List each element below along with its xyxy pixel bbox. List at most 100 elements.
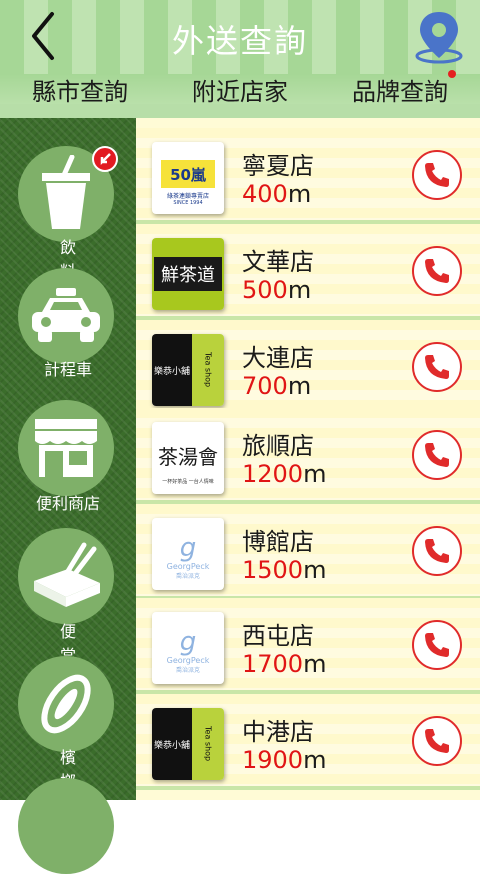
call-button[interactable] (412, 342, 462, 392)
store-row[interactable]: g GeorgPeck 喬治派克 西屯店 1700m (136, 598, 480, 694)
phone-icon (425, 163, 449, 187)
store-row[interactable]: g GeorgPeck 喬治派克 博館店 1500m (136, 504, 480, 600)
app-header: 外送查詢 (0, 0, 480, 74)
call-button[interactable] (412, 150, 462, 200)
logo-50lan-since: SINCE 1994 (173, 200, 203, 206)
store-logo: 樂恭小舖 Tea shop (152, 334, 224, 406)
category-taxi[interactable]: 計程車 (18, 268, 118, 379)
tab-bar-strip (0, 104, 480, 118)
category-taxi-label: 計程車 (43, 360, 92, 379)
distance-value: 1900 (242, 746, 304, 774)
tab-nearby-label: 附近店家 (192, 77, 288, 106)
distance-unit: m (287, 180, 312, 208)
store-name: 中港店 (242, 718, 314, 746)
call-button[interactable] (412, 526, 462, 576)
betel-nut-icon (41, 674, 91, 734)
logo-leguoxiaopu: 樂恭小舖 Tea shop (152, 708, 224, 780)
category-betel[interactable]: 檳榔 (18, 656, 118, 791)
store-name: 文華店 (242, 248, 314, 276)
logo-georgpeck-text: GeorgPeck (166, 656, 210, 665)
store-logo: 鮮茶道 (152, 238, 224, 310)
store-name: 博館店 (242, 528, 314, 556)
category-convenience-circle (18, 400, 114, 496)
logo-leguoxiaopu-text: 樂恭小舖 (152, 334, 192, 406)
tab-city-label: 縣市查詢 (32, 77, 128, 106)
store-name: 西屯店 (242, 622, 314, 650)
store-logo: 茶湯會 一杯好茶品 一台人情味 (152, 422, 224, 494)
phone-icon (425, 259, 449, 283)
map-pin-icon (415, 12, 463, 64)
store-distance: 700m (242, 372, 311, 400)
pointer-badge-icon (92, 146, 118, 172)
logo-georgpeck-sub: 喬治派克 (175, 573, 200, 580)
logo-georgpeck-sub: 喬治派克 (175, 667, 200, 674)
logo-50lan-sub: 綠茶連鎖專賣店 (166, 193, 209, 200)
store-row[interactable]: 樂恭小舖 Tea shop 大連店 700m (136, 320, 480, 416)
map-button[interactable] (412, 8, 466, 64)
distance-value: 700 (242, 372, 288, 400)
category-bento[interactable]: 便當 (18, 528, 118, 665)
tab-brand-label: 品牌查詢 (352, 77, 448, 106)
category-betel-circle (18, 656, 114, 752)
store-distance: 1200m (242, 460, 326, 488)
store-name: 大連店 (242, 344, 314, 372)
store-distance: 400m (242, 180, 311, 208)
call-button[interactable] (412, 246, 462, 296)
category-sidebar: 飲料 計程車 便利商店 (0, 118, 136, 874)
logo-leguoxiaopu-side: Tea shop (192, 708, 224, 780)
store-row[interactable]: 50嵐 綠茶連鎖專賣店 SINCE 1994 寧夏店 400m (136, 128, 480, 224)
category-more[interactable] (18, 778, 118, 874)
logo-chatanghui-sub: 一杯好茶品 一台人情味 (162, 479, 214, 485)
store-logo: 50嵐 綠茶連鎖專賣店 SINCE 1994 (152, 142, 224, 214)
logo-leguoxiaopu-side: Tea shop (192, 334, 224, 406)
distance-value: 1500 (242, 556, 304, 584)
logo-50lan-mark: 50嵐 (161, 160, 215, 188)
logo-leguoxiaopu: 樂恭小舖 Tea shop (152, 334, 224, 406)
call-button[interactable] (412, 620, 462, 670)
page-title: 外送查詢 (171, 22, 308, 60)
store-distance: 1500m (242, 556, 326, 584)
distance-unit: m (303, 650, 327, 678)
distance-value: 1700 (242, 650, 304, 678)
taxi-icon (32, 288, 100, 342)
phone-icon (425, 539, 449, 563)
pointer-arrow-icon (100, 153, 111, 166)
store-logo: 樂恭小舖 Tea shop (152, 708, 224, 780)
store-row[interactable]: 樂恭小舖 Tea shop 中港店 1900m (136, 694, 480, 790)
logo-xianchadao: 鮮茶道 (152, 238, 224, 310)
distance-value: 400 (242, 180, 288, 208)
distance-unit: m (287, 372, 312, 400)
store-distance: 500m (242, 276, 311, 304)
tab-city[interactable]: 縣市查詢 (28, 72, 132, 107)
store-row[interactable]: 鮮茶道 文華店 500m (136, 224, 480, 320)
bento-icon (34, 542, 100, 607)
phone-icon (425, 443, 449, 467)
georgpeck-g-icon: g (179, 627, 197, 657)
georgpeck-g-icon: g (179, 533, 197, 563)
distance-unit: m (303, 746, 327, 774)
category-convenience[interactable]: 便利商店 (18, 400, 118, 513)
distance-unit: m (303, 556, 327, 584)
call-button[interactable] (412, 430, 462, 480)
store-distance: 1900m (242, 746, 326, 774)
logo-xianchadao-text: 鮮茶道 (154, 257, 222, 291)
store-name: 寧夏店 (242, 152, 314, 180)
distance-value: 1200 (242, 460, 304, 488)
logo-georgpeck: g GeorgPeck 喬治派克 (152, 622, 224, 674)
logo-50lan: 50嵐 綠茶連鎖專賣店 SINCE 1994 (152, 150, 224, 206)
store-list: 50嵐 綠茶連鎖專賣店 SINCE 1994 寧夏店 400m 鮮茶道 文華店 … (136, 118, 480, 800)
storefront-icon (35, 419, 97, 477)
tab-nearby[interactable]: 附近店家 (188, 72, 292, 107)
tab-brand[interactable]: 品牌查詢 (348, 69, 456, 107)
call-button[interactable] (412, 716, 462, 766)
category-drinks[interactable]: 飲料 (18, 146, 118, 281)
category-convenience-label: 便利商店 (35, 494, 100, 513)
store-name: 旅順店 (242, 432, 314, 460)
phone-icon (425, 633, 449, 657)
logo-chatanghui: 茶湯會 一杯好茶品 一台人情味 (152, 431, 224, 485)
distance-unit: m (303, 460, 327, 488)
phone-icon (425, 355, 449, 379)
store-logo: g GeorgPeck 喬治派克 (152, 612, 224, 684)
store-row[interactable]: 茶湯會 一杯好茶品 一台人情味 旅順店 1200m (136, 408, 480, 504)
distance-value: 500 (242, 276, 288, 304)
